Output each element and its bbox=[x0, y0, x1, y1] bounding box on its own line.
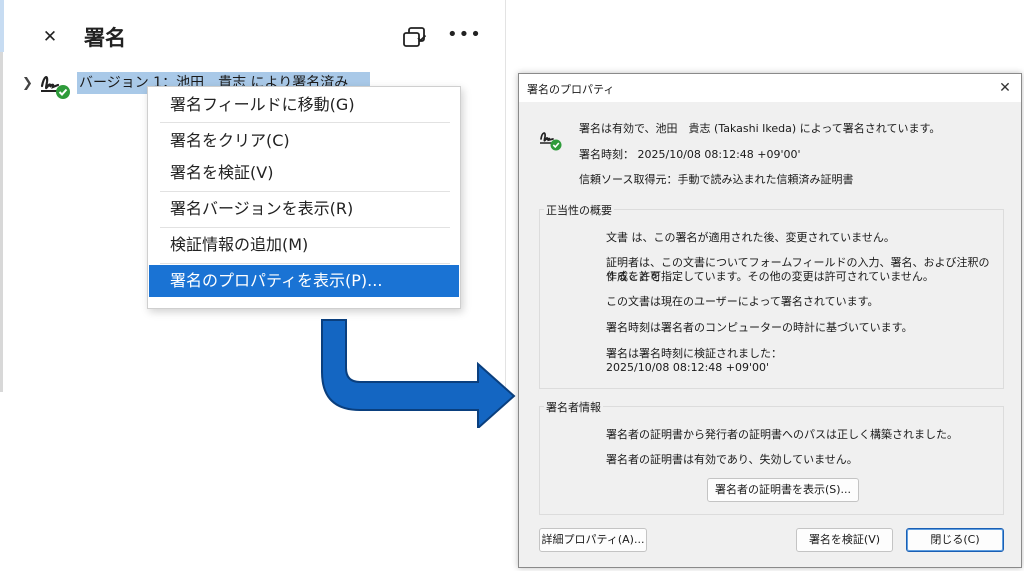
validity-summary-group: 正当性の概要 文書 は、この署名が適用された後、変更されていません。 証明者は、… bbox=[539, 202, 1004, 389]
signer-info-group: 署名者情報 署名者の証明書から発行者の証明書へのパスは正しく構築されました。 署… bbox=[539, 399, 1004, 515]
signer-info-legend: 署名者情報 bbox=[544, 399, 603, 415]
panel-header: ✕ 署名 ••• bbox=[0, 0, 506, 72]
more-options-icon[interactable]: ••• bbox=[447, 24, 482, 45]
menu-divider bbox=[160, 263, 450, 264]
close-dialog-button[interactable]: 閉じる(C) bbox=[906, 528, 1004, 552]
menu-item-validate-signature[interactable]: 署名を検証(V) bbox=[149, 157, 459, 189]
validate-signature-button[interactable]: 署名を検証(V) bbox=[796, 528, 893, 552]
menu-divider bbox=[160, 122, 450, 123]
advanced-properties-button[interactable]: 詳細プロパティ(A)... bbox=[539, 528, 647, 552]
validity-summary-legend: 正当性の概要 bbox=[544, 202, 614, 218]
valid-signature-icon bbox=[40, 76, 70, 99]
menu-item-add-verification-info[interactable]: 検証情報の追加(M) bbox=[149, 229, 459, 261]
show-signer-certificate-button[interactable]: 署名者の証明書を表示(S)... bbox=[707, 478, 859, 502]
close-icon[interactable]: ✕ bbox=[40, 27, 60, 47]
validity-line: 署名は署名時刻に検証されました： bbox=[606, 347, 782, 360]
valid-signature-icon bbox=[540, 132, 562, 151]
menu-divider bbox=[160, 191, 450, 192]
signing-time: 署名時刻： 2025/10/08 08:12:48 +09'00' bbox=[579, 148, 801, 161]
dialog-close-icon[interactable]: ✕ bbox=[995, 78, 1015, 98]
signature-properties-dialog: 署名のプロパティ ✕ 署名は有効で、池田 貴志 (Takashi Ikeda) … bbox=[518, 73, 1022, 568]
trust-source: 信頼ソース取得元：手動で読み込まれた信頼済み証明書 bbox=[579, 173, 854, 186]
menu-item-go-to-field[interactable]: 署名フィールドに移動(G) bbox=[149, 89, 459, 121]
menu-item-show-signature-properties[interactable]: 署名のプロパティを表示(P)... bbox=[149, 265, 459, 297]
signer-line: 署名者の証明書は有効であり、失効していません。 bbox=[606, 453, 858, 466]
signature-status: 署名は有効で、池田 貴志 (Takashi Ikeda) によって署名されていま… bbox=[579, 122, 941, 135]
compare-versions-icon[interactable] bbox=[401, 26, 429, 50]
validity-line: この文書は現在のユーザーによって署名されています。 bbox=[606, 295, 879, 308]
dialog-title: 署名のプロパティ bbox=[527, 83, 615, 96]
menu-item-clear-signature[interactable]: 署名をクリア(C) bbox=[149, 125, 459, 157]
menu-item-view-version[interactable]: 署名バージョンを表示(R) bbox=[149, 193, 459, 225]
validity-line: 文書 は、この署名が適用された後、変更されていません。 bbox=[606, 231, 895, 244]
validity-line: 署名時刻は署名者のコンピューターの時計に基づいています。 bbox=[606, 321, 913, 334]
menu-divider bbox=[160, 227, 450, 228]
flow-arrow-icon bbox=[321, 319, 516, 428]
dialog-titlebar: 署名のプロパティ ✕ bbox=[519, 74, 1021, 102]
panel-title: 署名 bbox=[84, 26, 126, 50]
context-menu: 署名フィールドに移動(G) 署名をクリア(C) 署名を検証(V) 署名バージョン… bbox=[147, 86, 461, 309]
signer-line: 署名者の証明書から発行者の証明書へのパスは正しく構築されました。 bbox=[606, 428, 958, 441]
chevron-right-icon[interactable]: ❯ bbox=[22, 76, 36, 92]
validity-line: 2025/10/08 08:12:48 +09'00' bbox=[606, 361, 770, 374]
validity-line: することを指定しています。その他の変更は許可されていません。 bbox=[606, 270, 934, 283]
